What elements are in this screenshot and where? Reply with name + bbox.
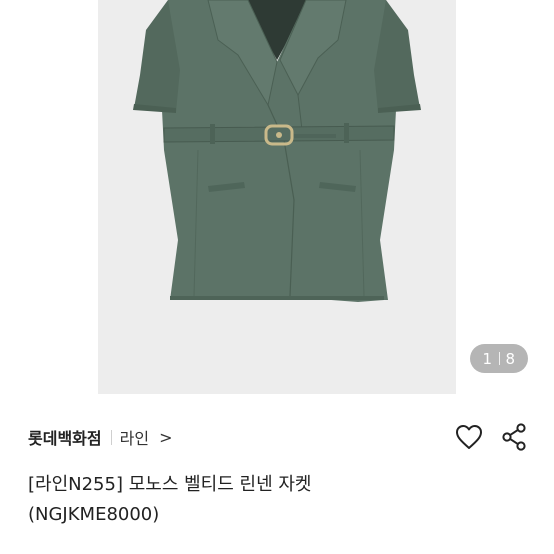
image-counter: 1 8 [470, 344, 528, 373]
chevron-right-icon[interactable]: > [159, 428, 172, 447]
product-image-gallery[interactable]: 1 8 [0, 0, 554, 394]
product-detail-page: 1 8 롯데백화점 라인 > [라인N255] 모노스 벨티드 린넨 자켓 (N… [0, 0, 554, 554]
share-icon[interactable] [501, 423, 527, 451]
product-title-line-1: [라인N255] 모노스 벨티드 린넨 자켓 [28, 474, 312, 495]
brand-divider [110, 429, 112, 445]
heart-icon[interactable] [455, 424, 483, 450]
image-counter-total: 8 [505, 349, 516, 368]
jacket-illustration [133, 0, 421, 302]
store-name[interactable]: 롯데백화점 [28, 425, 102, 449]
image-counter-current: 1 [482, 349, 493, 368]
product-title-line-2: (NGJKME8000) [28, 504, 160, 525]
product-image[interactable] [98, 0, 456, 394]
brand-breadcrumb[interactable]: 롯데백화점 라인 > [28, 422, 528, 452]
image-counter-divider [498, 352, 500, 365]
product-title: [라인N255] 모노스 벨티드 린넨 자켓 (NGJKME8000) [28, 470, 528, 530]
brand-name[interactable]: 라인 [120, 425, 149, 449]
